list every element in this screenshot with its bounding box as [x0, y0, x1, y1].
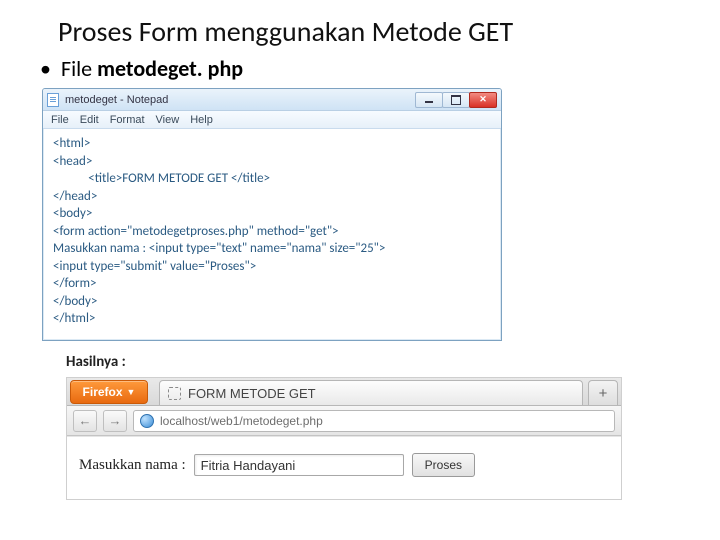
proses-button[interactable]: Proses [412, 453, 475, 477]
form-label: Masukkan nama : [79, 457, 186, 474]
firefox-menu-button[interactable]: Firefox ▼ [70, 380, 148, 404]
firefox-window: Firefox ▼ FORM METODE GET + ← → localhos… [66, 377, 622, 500]
bullet-prefix: File [61, 55, 97, 82]
result-label: Hasilnya : [66, 353, 698, 371]
notepad-menubar: File Edit Format View Help [43, 111, 501, 129]
notepad-title: metodeget - Notepad [65, 94, 416, 106]
nav-back-button[interactable]: ← [73, 410, 97, 432]
bullet-item: • File metodeget. php [40, 55, 698, 82]
chevron-down-icon: ▼ [127, 387, 136, 397]
notepad-window: metodeget - Notepad File Edit Format Vie… [42, 88, 502, 341]
address-text: localhost/web1/metodeget.php [160, 414, 323, 428]
menu-edit[interactable]: Edit [80, 114, 99, 126]
notepad-titlebar: metodeget - Notepad [43, 89, 501, 111]
page-content: Masukkan nama : Proses [67, 436, 621, 499]
browser-tab[interactable]: FORM METODE GET [159, 380, 583, 405]
firefox-button-label: Firefox [83, 385, 123, 399]
nama-input[interactable] [194, 454, 404, 476]
maximize-button[interactable] [442, 92, 470, 108]
tab-title: FORM METODE GET [188, 386, 316, 401]
address-bar[interactable]: localhost/web1/metodeget.php [133, 410, 615, 432]
menu-file[interactable]: File [51, 114, 69, 126]
bullet-filename: metodeget. php [97, 55, 243, 82]
firefox-toolbar: ← → localhost/web1/metodeget.php [67, 406, 621, 436]
notepad-icon [47, 93, 59, 107]
nav-forward-button[interactable]: → [103, 410, 127, 432]
new-tab-button[interactable]: + [588, 380, 618, 405]
slide-title: Proses Form menggunakan Metode GET [58, 14, 698, 49]
bullet-marker: • [40, 58, 51, 80]
close-button[interactable] [469, 92, 497, 108]
bullet-text: File metodeget. php [61, 55, 243, 82]
notepad-body[interactable]: <html> <head> <title>FORM METODE GET </t… [43, 129, 501, 340]
menu-format[interactable]: Format [110, 114, 145, 126]
globe-icon [140, 414, 154, 428]
tab-favicon [168, 387, 181, 400]
menu-view[interactable]: View [156, 114, 180, 126]
window-buttons [416, 92, 497, 108]
minimize-button[interactable] [415, 92, 443, 108]
menu-help[interactable]: Help [190, 114, 213, 126]
firefox-tabstrip: Firefox ▼ FORM METODE GET + [67, 378, 621, 406]
